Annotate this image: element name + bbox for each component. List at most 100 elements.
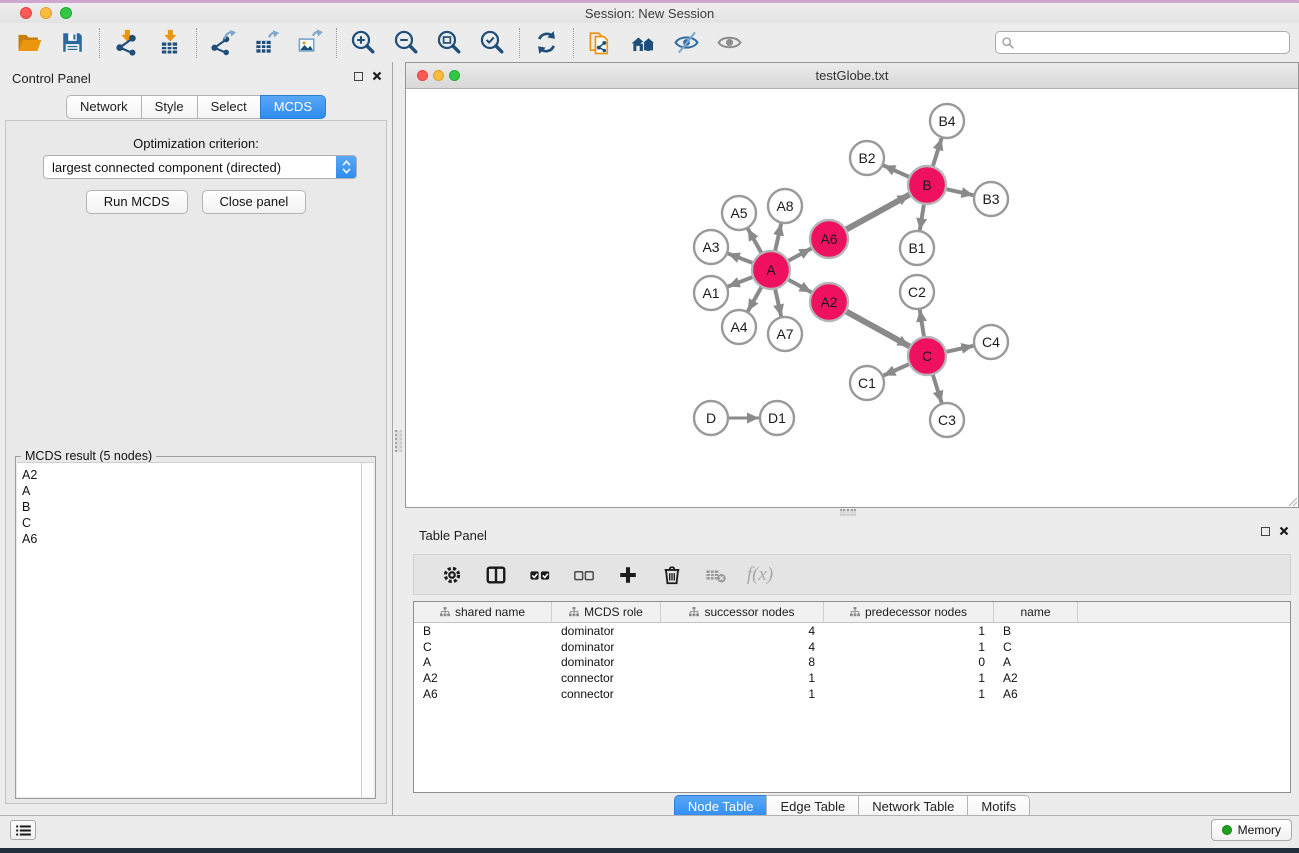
add-column-icon[interactable] [606,558,650,592]
vertical-splitter-grip[interactable] [395,430,402,452]
cell-name[interactable]: A2 [994,671,1078,685]
graph-node-B[interactable]: B [908,166,946,204]
horizontal-splitter-grip[interactable] [840,509,856,516]
graph-edge-C-C2[interactable] [920,310,924,338]
cell-successor-nodes[interactable]: 1 [661,687,824,701]
search-field[interactable] [995,31,1290,54]
vertical-splitter[interactable] [393,62,405,820]
mcds-result-list[interactable]: A2ABCA6 [17,462,374,797]
graph-node-C1[interactable]: C1 [850,366,884,400]
graph-node-A8[interactable]: A8 [768,189,802,223]
cell-successor-nodes[interactable]: 4 [661,640,824,654]
export-image-icon[interactable] [288,26,331,60]
cell-predecessor-nodes[interactable]: 1 [824,687,994,701]
graph-edge-A-A8[interactable] [775,224,781,253]
zoom-selected-icon[interactable] [471,26,514,60]
open-session-icon[interactable] [8,26,51,60]
optimization-criterion-select[interactable]: largest connected component (directed) [43,155,357,179]
select-all-icon[interactable] [518,558,562,592]
cell-MCDS-role[interactable]: dominator [552,655,661,669]
cell-name[interactable]: A6 [994,687,1078,701]
graph-edge-A6-B[interactable] [845,195,910,231]
save-session-icon[interactable] [51,26,94,60]
graph-node-A7[interactable]: A7 [768,317,802,351]
graph-edge-A-A6[interactable] [787,248,811,261]
graph-node-C4[interactable]: C4 [974,325,1008,359]
mcds-result-item[interactable]: A [22,483,360,499]
mcds-result-item[interactable]: A2 [22,467,360,483]
table-settings-icon[interactable] [430,558,474,592]
cell-predecessor-nodes[interactable]: 0 [824,655,994,669]
import-table-icon[interactable] [148,26,191,60]
column-header-predecessor-nodes[interactable]: predecessor nodes [824,602,994,622]
graph-node-D1[interactable]: D1 [760,401,794,435]
cell-predecessor-nodes[interactable]: 1 [824,624,994,638]
graph-edge-B-B2[interactable] [883,165,910,177]
cell-MCDS-role[interactable]: dominator [552,640,661,654]
delete-column-icon[interactable] [650,558,694,592]
graph-node-A[interactable]: A [752,251,790,289]
export-network-icon[interactable] [202,26,245,60]
cell-MCDS-role[interactable]: connector [552,687,661,701]
table-row[interactable]: A2connector11A2 [414,670,1290,686]
graph-node-A4[interactable]: A4 [722,310,756,344]
apply-layout-icon[interactable] [525,26,568,60]
graph-node-A1[interactable]: A1 [694,276,728,310]
cell-successor-nodes[interactable]: 1 [661,671,824,685]
graph-node-A3[interactable]: A3 [694,230,728,264]
cell-shared-name[interactable]: C [414,640,552,654]
graph-edge-A-A7[interactable] [775,288,781,317]
column-header-MCDS-role[interactable]: MCDS role [552,602,661,622]
graph-node-B1[interactable]: B1 [900,231,934,265]
tab-style[interactable]: Style [141,95,198,119]
table-columns-icon[interactable] [474,558,518,592]
tab-select[interactable]: Select [197,95,261,119]
deselect-all-icon[interactable] [562,558,606,592]
graph-edge-C-C3[interactable] [932,373,941,403]
close-panel-icon[interactable] [372,71,382,81]
graph-node-B4[interactable]: B4 [930,104,964,138]
cell-shared-name[interactable]: B [414,624,552,638]
graph-edge-B-B3[interactable] [945,189,974,195]
graph-edge-A-A4[interactable] [748,286,762,312]
graph-node-B2[interactable]: B2 [850,141,884,175]
close-table-panel-icon[interactable] [1279,526,1289,536]
cell-name[interactable]: C [994,640,1078,654]
import-network-icon[interactable] [105,26,148,60]
graph-node-D[interactable]: D [694,401,728,435]
cell-successor-nodes[interactable]: 8 [661,655,824,669]
first-neighbors-icon[interactable] [622,26,665,60]
zoom-out-icon[interactable] [385,26,428,60]
graph-edge-B-B1[interactable] [920,203,924,230]
table-row[interactable]: A6connector11A6 [414,686,1290,702]
graph-edge-A-A3[interactable] [728,253,754,263]
graph-edge-C-C4[interactable] [945,346,974,352]
hide-selection-icon[interactable] [665,26,708,60]
show-all-icon[interactable] [708,26,751,60]
graph-edge-C-C1[interactable] [883,363,910,375]
graph-node-C2[interactable]: C2 [900,275,934,309]
tab-network[interactable]: Network [66,95,142,119]
mcds-result-item[interactable]: C [22,515,360,531]
column-header-shared-name[interactable]: shared name [414,602,552,622]
float-table-panel-icon[interactable] [1261,527,1270,536]
zoom-fit-icon[interactable] [428,26,471,60]
zoom-in-icon[interactable] [342,26,385,60]
float-panel-icon[interactable] [354,72,363,81]
graph-node-A6[interactable]: A6 [810,220,848,258]
graph-node-C3[interactable]: C3 [930,403,964,437]
network-canvas[interactable]: B4B2BB3A8A5A6A3B1AC2A1A2A4A7C4CC1DD1C3 [406,90,1298,507]
graph-node-B3[interactable]: B3 [974,182,1008,216]
graph-edge-B-B4[interactable] [932,138,941,168]
task-history-button[interactable] [10,820,36,840]
cell-shared-name[interactable]: A2 [414,671,552,685]
graph-node-A2[interactable]: A2 [810,283,848,321]
graph-edge-A2-C[interactable] [845,311,910,347]
table-row[interactable]: Bdominator41B [414,623,1290,639]
graph-edge-A-A1[interactable] [728,276,754,286]
memory-button[interactable]: Memory [1211,819,1292,841]
export-table-icon[interactable] [245,26,288,60]
cell-shared-name[interactable]: A6 [414,687,552,701]
horizontal-splitter[interactable] [405,508,1299,517]
graph-node-C[interactable]: C [908,337,946,375]
